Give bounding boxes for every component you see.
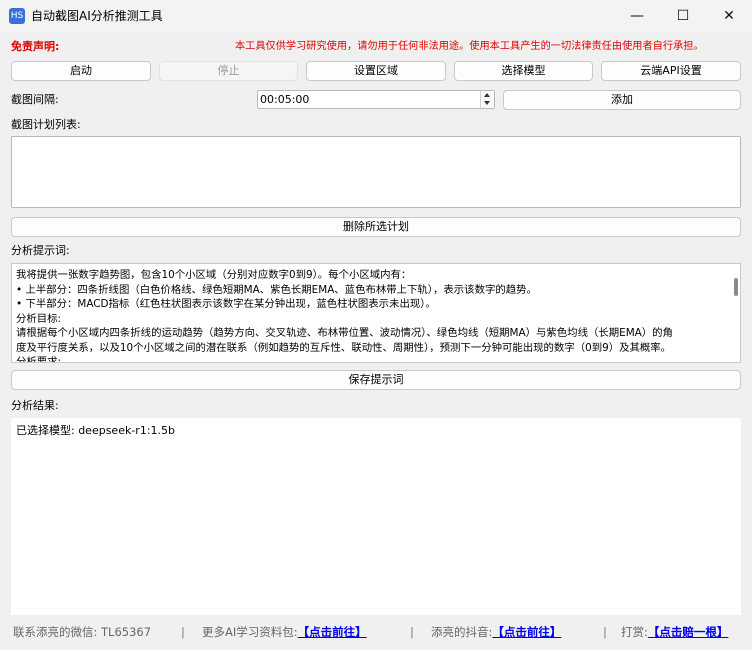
interval-label: 截图间隔: [11,93,59,106]
footer-materials: 更多AI学习资料包:【点击前往】 [202,624,367,640]
delete-selected-schedule-button[interactable]: 删除所选计划 [11,217,741,237]
set-region-button[interactable]: 设置区域 [306,61,446,81]
window-title: 自动截图AI分析推测工具 [31,9,163,23]
prompt-line: • 下半部分：MACD指标（红色柱状图表示该数字在某分钟出现，蓝色柱状图表示未出… [16,298,436,310]
footer-douyin: 添亮的抖音:【点击前往】 [431,624,561,640]
save-prompt-button[interactable]: 保存提示词 [11,370,741,390]
footer-separator: | [410,625,414,639]
disclaimer-text: 本工具仅供学习研究使用，请勿用于任何非法用途。使用本工具产生的一切法律责任由使用… [235,41,704,52]
results-output[interactable]: 已选择模型: deepseek-r1:1.5b [11,418,741,615]
footer-douyin-link[interactable]: 【点击前往】 [492,625,561,639]
prompt-label: 分析提示词: [11,244,70,257]
footer-tip-label: 打赏: [621,625,648,639]
footer-separator: | [603,625,607,639]
footer-tip-link[interactable]: 【点击赔一根】 [648,625,729,639]
cloud-api-settings-button[interactable]: 云端API设置 [601,61,741,81]
prompt-line: 我将提供一张数字趋势图，包含10个小区域（分别对应数字0到9）。每个小区域内有： [16,269,412,281]
spinner-up-icon[interactable] [484,93,490,97]
results-label: 分析结果: [11,399,59,412]
footer-materials-link[interactable]: 【点击前往】 [298,625,367,639]
time-spinner[interactable] [480,91,494,108]
footer-wechat: 联系添亮的微信: TL65367 [13,625,152,639]
add-schedule-button[interactable]: 添加 [503,90,741,110]
select-model-button[interactable]: 选择模型 [454,61,593,81]
interval-time-input[interactable]: 00:05:00 [257,90,495,109]
footer-materials-label: 更多AI学习资料包: [202,625,298,639]
prompt-line: 分析要求: [16,356,62,363]
start-button[interactable]: 启动 [11,61,151,81]
footer-separator: | [181,625,185,639]
footer-tip: 打赏:【点击赔一根】 [621,624,728,640]
interval-time-value: 00:05:00 [260,93,310,106]
maximize-icon[interactable]: ☐ [660,0,706,32]
minimize-icon[interactable]: — [614,0,660,32]
prompt-textarea[interactable]: 我将提供一张数字趋势图，包含10个小区域（分别对应数字0到9）。每个小区域内有：… [11,263,741,363]
prompt-line: 度及平行度关系，以及10个小区域之间的潜在联系（例如趋势的互斥性、联动性、周期性… [16,341,672,354]
close-icon[interactable]: ✕ [706,0,752,32]
schedule-list[interactable] [11,136,741,208]
prompt-line: • 上半部分：四条折线图（白色价格线、绿色短期MA、紫色长期EMA、蓝色布林带上… [16,283,537,296]
spinner-down-icon[interactable] [484,101,490,105]
footer-douyin-label: 添亮的抖音: [431,625,493,639]
prompt-scrollbar[interactable] [730,264,740,362]
schedule-list-label: 截图计划列表: [11,118,81,131]
prompt-line: 分析目标: [16,312,62,325]
stop-button[interactable]: 停止 [159,61,298,81]
prompt-scrollbar-thumb[interactable] [734,278,738,296]
prompt-line: 请根据每个小区域内四条折线的运动趋势（趋势方向、交叉轨迹、布林带位置、波动情况）… [16,327,673,339]
app-icon: HS [9,8,25,24]
results-text: 已选择模型: deepseek-r1:1.5b [16,424,176,437]
disclaimer-label: 免责声明: [11,40,60,53]
